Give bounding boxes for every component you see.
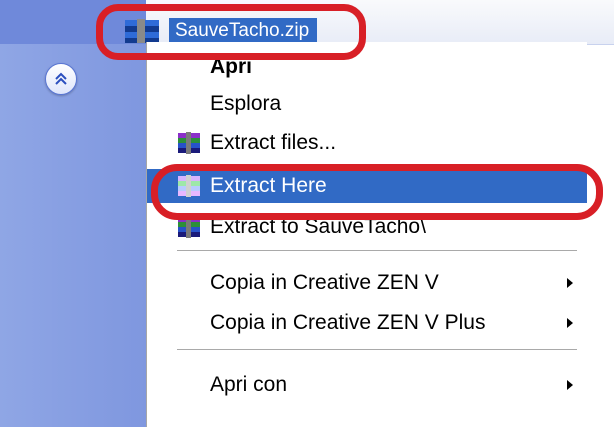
submenu-arrow-icon (567, 380, 573, 390)
context-menu: Apri Esplora Extract files... Extract He… (146, 42, 587, 427)
menu-item-label: Esplora (210, 92, 282, 115)
double-chevron-up-icon (55, 72, 67, 85)
menu-item-label: Apri (210, 55, 252, 78)
menu-item-extract-files[interactable]: Extract files... (147, 126, 587, 160)
menu-item-extract-here[interactable]: Extract Here (147, 169, 587, 203)
submenu-arrow-icon (567, 318, 573, 328)
menu-item-apri-con[interactable]: Apri con (147, 368, 587, 402)
winrar-icon (178, 216, 200, 238)
submenu-arrow-icon (567, 278, 573, 288)
file-name-label: SauveTacho.zip (169, 18, 318, 44)
menu-item-esplora[interactable]: Esplora (147, 87, 587, 121)
menu-item-label: Extract to SauveTacho\ (210, 215, 426, 238)
winrar-icon (178, 175, 200, 197)
menu-item-label: Copia in Creative ZEN V Plus (210, 311, 486, 334)
menu-separator (177, 349, 577, 351)
menu-item-apri[interactable]: Apri (147, 50, 587, 84)
task-pane (0, 0, 146, 427)
menu-item-label: Apri con (210, 373, 288, 396)
menu-item-label: Extract files... (210, 131, 337, 154)
collapse-section-button[interactable] (45, 63, 77, 95)
menu-item-extract-to[interactable]: Extract to SauveTacho\ (147, 210, 587, 244)
menu-item-copy-zen-v-plus[interactable]: Copia in Creative ZEN V Plus (147, 306, 587, 340)
winrar-archive-icon (125, 19, 159, 43)
menu-item-label: Extract Here (210, 174, 327, 197)
winrar-icon (178, 132, 200, 154)
menu-separator (177, 250, 577, 252)
menu-item-copy-zen-v[interactable]: Copia in Creative ZEN V (147, 266, 587, 300)
menu-item-label: Copia in Creative ZEN V (210, 271, 439, 294)
